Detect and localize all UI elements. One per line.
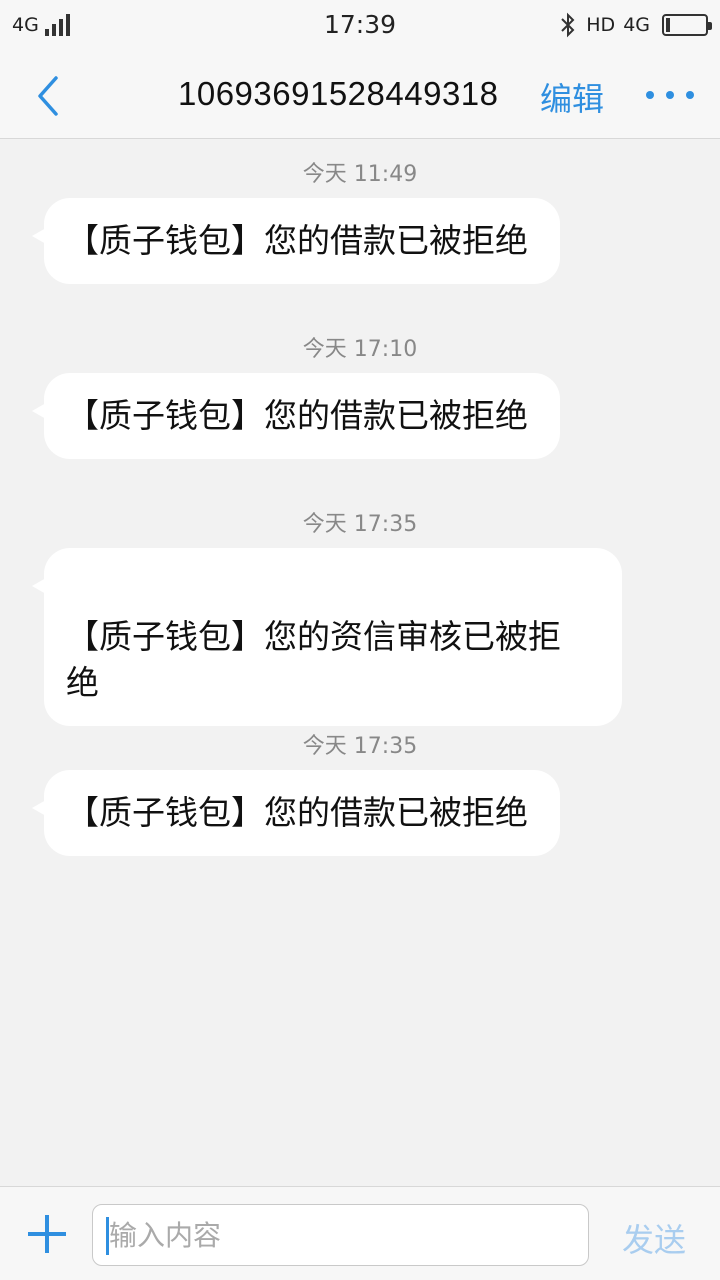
- hd-indicator: HD: [586, 14, 616, 36]
- status-bar: 4G 17:39 HD 4G: [0, 0, 720, 52]
- message-text: 【质子钱包】您的借款已被拒绝: [66, 793, 528, 832]
- message-timestamp: 今天 11:49: [302, 162, 418, 187]
- contact-number-title: 10693691528449318: [178, 75, 499, 112]
- message-group: 今天 17:35 【质子钱包】您的资信审核已被拒 绝: [0, 506, 720, 726]
- compose-bar: 发送: [0, 1186, 720, 1280]
- status-right: HD 4G: [558, 10, 712, 40]
- message-bubble[interactable]: 【质子钱包】您的借款已被拒绝: [32, 373, 560, 459]
- message-text: 【质子钱包】您的借款已被拒绝: [66, 396, 528, 435]
- message-bubble[interactable]: 【质子钱包】您的借款已被拒绝: [32, 770, 560, 856]
- network-type-right: 4G: [623, 14, 650, 36]
- message-timestamp: 今天 17:35: [302, 734, 418, 759]
- back-arrow-icon[interactable]: [32, 74, 64, 118]
- message-bubble[interactable]: 【质子钱包】您的资信审核已被拒 绝: [32, 548, 622, 726]
- more-dots-icon[interactable]: [646, 88, 694, 102]
- text-caret: [106, 1217, 109, 1255]
- send-button[interactable]: 发送: [622, 1215, 686, 1261]
- message-group: 今天 11:49 【质子钱包】您的借款已被拒绝: [0, 156, 720, 284]
- bluetooth-icon: [561, 12, 575, 38]
- edit-button[interactable]: 编辑: [540, 74, 604, 120]
- message-list[interactable]: 今天 11:49 【质子钱包】您的借款已被拒绝 今天 17:10 【质子钱包】您…: [0, 140, 720, 1186]
- sms-conversation-screen: 4G 17:39 HD 4G 10693691528449318 编辑 今天 1…: [0, 0, 720, 1280]
- message-bubble[interactable]: 【质子钱包】您的借款已被拒绝: [32, 198, 560, 284]
- plus-icon[interactable]: [28, 1215, 66, 1253]
- message-group: 今天 17:10 【质子钱包】您的借款已被拒绝: [0, 331, 720, 459]
- message-input[interactable]: [92, 1204, 589, 1266]
- battery-icon: [662, 14, 712, 36]
- message-timestamp: 今天 17:10: [302, 337, 418, 362]
- conversation-header: 10693691528449318 编辑: [0, 52, 720, 139]
- message-group: 今天 17:35 【质子钱包】您的借款已被拒绝: [0, 728, 720, 856]
- message-text: 【质子钱包】您的资信审核已被拒 绝: [66, 617, 561, 702]
- message-timestamp: 今天 17:35: [302, 512, 418, 537]
- message-text: 【质子钱包】您的借款已被拒绝: [66, 221, 528, 260]
